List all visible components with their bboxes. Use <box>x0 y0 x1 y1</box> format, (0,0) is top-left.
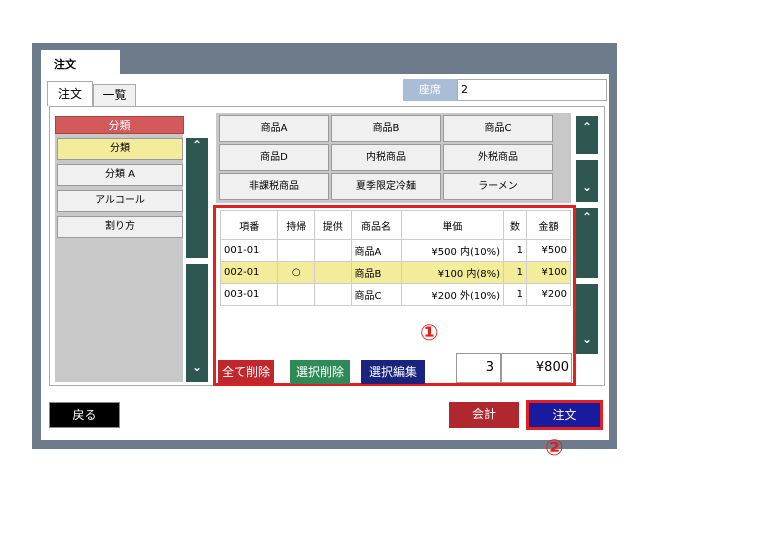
category-item[interactable]: 分類 A <box>57 164 183 186</box>
category-scroll-up[interactable]: ⌃ <box>186 138 208 258</box>
chevron-up-icon: ⌃ <box>581 210 593 224</box>
row-takeout <box>277 239 315 262</box>
table-row[interactable]: 003-01 商品C ¥200 外(10%) 1 ¥200 <box>219 283 571 306</box>
category-item[interactable]: アルコール <box>57 190 183 212</box>
row-takeout <box>277 283 315 306</box>
product-grid: 商品A 商品B 商品C 商品D 内税商品 外税商品 非課税商品 夏季限定冷麺 ラ… <box>216 113 571 203</box>
order-list-highlight: 項番 持帰 提供 商品名 単価 数 金額 001-01 商品A ¥500 内(1… <box>213 205 576 386</box>
order-button[interactable]: 注文 <box>526 400 603 430</box>
row-qty: 1 <box>503 239 528 262</box>
product-button[interactable]: 商品D <box>219 144 329 171</box>
product-button[interactable]: 商品C <box>443 115 553 142</box>
row-amount: ¥100 <box>526 261 571 284</box>
category-list: 分類 分類 A アルコール 割り方 <box>55 134 183 382</box>
delete-all-button[interactable]: 全て削除 <box>218 360 274 384</box>
chevron-up-icon: ⌃ <box>581 120 593 134</box>
product-button[interactable]: ラーメン <box>443 173 553 200</box>
tab-list[interactable]: 一覧 <box>93 84 136 106</box>
category-item[interactable]: 分類 <box>57 138 183 160</box>
table-row[interactable]: 001-01 商品A ¥500 内(10%) 1 ¥500 <box>219 239 571 262</box>
row-qty: 1 <box>503 261 528 284</box>
total-amount: ¥800 <box>501 353 572 383</box>
back-button[interactable]: 戻る <box>49 402 120 428</box>
edit-selected-button[interactable]: 選択編集 <box>361 360 425 384</box>
row-served <box>313 283 352 306</box>
product-scroll-up[interactable]: ⌃ <box>576 116 598 154</box>
checkout-button[interactable]: 会計 <box>449 402 519 428</box>
table-row[interactable]: 002-01 ○ 商品B ¥100 内(8%) 1 ¥100 <box>219 261 571 284</box>
product-button[interactable]: 商品B <box>331 115 441 142</box>
annotation-2: ② <box>545 436 564 461</box>
row-amount: ¥200 <box>526 283 571 306</box>
chevron-down-icon: ⌄ <box>191 360 203 374</box>
column-header: 数 <box>503 210 528 240</box>
chevron-down-icon: ⌄ <box>581 180 593 194</box>
column-header: 金額 <box>526 210 571 240</box>
table-header-row: 項番 持帰 提供 商品名 単価 数 金額 <box>219 210 571 240</box>
column-header: 提供 <box>313 210 352 240</box>
annotation-1: ① <box>420 321 439 346</box>
row-price: ¥200 外(10%) <box>400 283 505 306</box>
seat-label: 座席 <box>403 79 457 101</box>
total-quantity: 3 <box>456 353 501 383</box>
product-button[interactable]: 非課税商品 <box>219 173 329 200</box>
chevron-down-icon: ⌄ <box>581 332 593 346</box>
category-item[interactable]: 割り方 <box>57 216 183 238</box>
row-name: 商品A <box>350 239 402 262</box>
row-takeout: ○ <box>277 261 315 284</box>
column-header: 持帰 <box>277 210 315 240</box>
column-header: 商品名 <box>350 210 402 240</box>
column-header: 項番 <box>219 210 279 240</box>
row-no: 001-01 <box>219 239 279 262</box>
category-scroll-down[interactable]: ⌄ <box>186 264 208 382</box>
row-amount: ¥500 <box>526 239 571 262</box>
category-header: 分類 <box>55 116 184 134</box>
row-price: ¥500 内(10%) <box>400 239 505 262</box>
row-no: 003-01 <box>219 283 279 306</box>
window-title: 注文 <box>41 50 120 74</box>
row-no: 002-01 <box>219 261 279 284</box>
chevron-up-icon: ⌃ <box>191 138 203 152</box>
product-button[interactable]: 外税商品 <box>443 144 553 171</box>
product-button[interactable]: 夏季限定冷麺 <box>331 173 441 200</box>
order-scroll-down[interactable]: ⌄ <box>576 284 598 354</box>
product-button[interactable]: 内税商品 <box>331 144 441 171</box>
row-name: 商品C <box>350 283 402 306</box>
column-header: 単価 <box>400 210 505 240</box>
tab-order[interactable]: 注文 <box>47 81 93 106</box>
product-scroll-down[interactable]: ⌄ <box>576 160 598 202</box>
row-served <box>313 261 352 284</box>
row-qty: 1 <box>503 283 528 306</box>
seat-field[interactable]: 2 <box>457 79 607 101</box>
product-button[interactable]: 商品A <box>219 115 329 142</box>
delete-selected-button[interactable]: 選択削除 <box>290 360 350 384</box>
row-price: ¥100 内(8%) <box>400 261 505 284</box>
order-scroll-up[interactable]: ⌃ <box>576 208 598 278</box>
order-table: 項番 持帰 提供 商品名 単価 数 金額 001-01 商品A ¥500 内(1… <box>219 210 571 306</box>
row-name: 商品B <box>350 261 402 284</box>
row-served <box>313 239 352 262</box>
